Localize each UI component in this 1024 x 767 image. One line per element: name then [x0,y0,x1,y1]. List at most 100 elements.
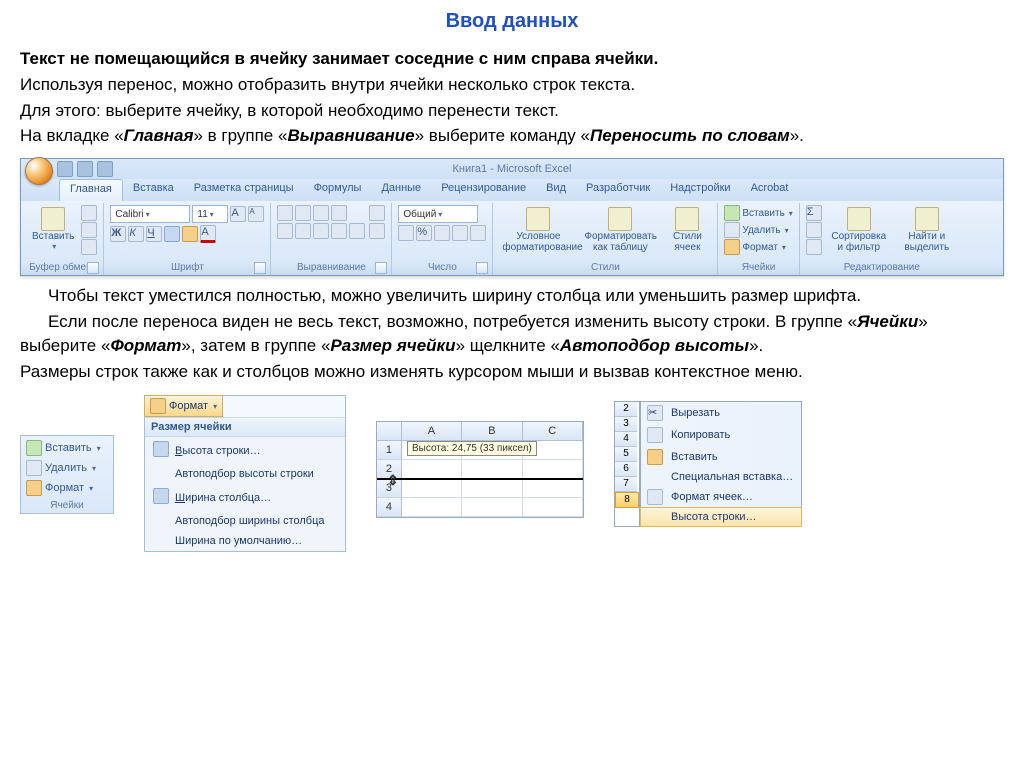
font-color-icon[interactable]: A [200,225,216,243]
dialog-launcher-icon[interactable] [476,262,488,274]
conditional-formatting-button[interactable]: Условное форматирование [499,205,577,255]
grow-font-icon[interactable]: A [230,206,246,222]
ctx-copy[interactable]: Копировать [641,424,801,446]
format-dropdown-button[interactable]: Формат▾ [144,395,223,417]
ctx-format-cells[interactable]: Формат ячеек… [641,486,801,508]
row-header[interactable]: 4 [377,498,402,517]
align-middle-icon[interactable] [295,205,311,221]
menu-default-width[interactable]: Ширина по умолчанию… [145,531,345,551]
percent-icon[interactable]: % [416,225,432,241]
tab-data[interactable]: Данные [371,179,431,201]
wrap-text-icon[interactable] [369,205,385,221]
row-header-selected[interactable]: 8 [615,492,639,508]
row-header[interactable]: 5 [615,447,637,462]
row-header[interactable]: 6 [615,462,637,477]
mini-delete-button[interactable]: Удалить▾ [23,458,111,478]
bold-button[interactable]: Ж [110,226,126,242]
menu-col-width[interactable]: Ширина столбца… [145,484,345,511]
fill-color-icon[interactable] [182,226,198,242]
select-all-corner[interactable] [377,422,402,441]
tab-developer[interactable]: Разработчик [576,179,660,201]
tab-home[interactable]: Главная [59,179,123,201]
autosum-icon[interactable]: Σ [806,205,822,221]
align-left-icon[interactable] [277,223,293,239]
sheet-row-resize-demo: A B C 1 2 3 4 Высота: 24,75 (33 пиксел) … [376,421,584,518]
row-header[interactable]: 4 [615,432,637,447]
decrease-decimal-icon[interactable] [470,225,486,241]
cells-insert-button[interactable]: Вставить▾ [724,205,792,221]
font-size-combo[interactable]: 11▾ [192,205,228,223]
save-icon[interactable] [57,161,73,177]
col-header[interactable]: A [402,422,462,441]
sort-filter-button[interactable]: Сортировка и фильтр [826,205,892,255]
tab-insert[interactable]: Вставка [123,179,184,201]
format-cells-icon [724,239,740,255]
ctx-paste-special[interactable]: Специальная вставка… [641,468,801,486]
align-center-icon[interactable] [295,223,311,239]
align-bottom-icon[interactable] [313,205,329,221]
cells-format-button[interactable]: Формат▾ [724,239,792,255]
row-header[interactable]: 2 [615,402,637,417]
format-painter-icon[interactable] [81,239,97,255]
copy-icon[interactable] [81,222,97,238]
borders-icon[interactable] [164,226,180,242]
dialog-launcher-icon[interactable] [87,262,99,274]
group-caption-number: Число [398,261,486,275]
dialog-launcher-icon[interactable] [254,262,266,274]
clear-icon[interactable] [806,239,822,255]
dialog-launcher-icon[interactable] [375,262,387,274]
find-select-button[interactable]: Найти и выделить [896,205,958,255]
font-name-combo[interactable]: Calibri▾ [110,205,190,223]
conditional-formatting-icon [526,207,550,231]
tab-addins[interactable]: Надстройки [660,179,740,201]
currency-icon[interactable] [398,225,414,241]
menu-autofit-row[interactable]: Автоподбор высоты строки [145,464,345,484]
number-format-combo[interactable]: Общий▾ [398,205,478,223]
insert-cells-icon [724,205,740,221]
redo-icon[interactable] [97,161,113,177]
align-top-icon[interactable] [277,205,293,221]
cell-styles-button[interactable]: Стили ячеек [663,205,711,255]
shrink-font-icon[interactable]: A [248,206,264,222]
col-header[interactable]: B [462,422,522,441]
body-para-1: Чтобы текст уместился полностью, можно у… [20,284,1004,308]
italic-button[interactable]: К [128,226,144,242]
intro-line-4: На вкладке «Главная» в группе «Выравнива… [20,124,1004,148]
underline-button[interactable]: Ч [146,226,162,242]
cut-icon[interactable] [81,205,97,221]
orientation-icon[interactable] [331,205,347,221]
paste-button[interactable]: Вставить ▾ [29,205,77,253]
group-caption-alignment: Выравнивание [277,261,385,275]
menu-autofit-col[interactable]: Автоподбор ширины столбца [145,511,345,531]
undo-icon[interactable] [77,161,93,177]
row-header[interactable]: 7 [615,477,637,492]
fill-icon[interactable] [806,222,822,238]
ctx-paste[interactable]: Вставить [641,446,801,468]
tab-page-layout[interactable]: Разметка страницы [184,179,304,201]
mini-insert-button[interactable]: Вставить▾ [23,438,111,458]
row-header[interactable]: 3 [615,417,637,432]
format-as-table-button[interactable]: Форматировать как таблицу [581,205,659,255]
merge-center-icon[interactable] [369,223,385,239]
tab-view[interactable]: Вид [536,179,576,201]
col-header[interactable]: C [523,422,583,441]
group-font: Calibri▾ 11▾ A A Ж К Ч A [104,203,271,275]
increase-indent-icon[interactable] [349,223,365,239]
format-icon [150,398,166,414]
tab-acrobat[interactable]: Acrobat [741,179,799,201]
comma-icon[interactable] [434,225,450,241]
group-clipboard: Вставить ▾ Буфер обмена [23,203,104,275]
mini-format-button[interactable]: Формат▾ [23,478,111,498]
ctx-row-height[interactable]: Высота строки… [640,507,802,527]
decrease-indent-icon[interactable] [331,223,347,239]
row-header[interactable]: 1 [377,441,402,460]
cells-delete-button[interactable]: Удалить▾ [724,222,792,238]
intro-line-3: Для этого: выберите ячейку, в которой не… [20,99,1004,123]
align-right-icon[interactable] [313,223,329,239]
ctx-cut[interactable]: ✂Вырезать [641,402,801,424]
tab-review[interactable]: Рецензирование [431,179,536,201]
increase-decimal-icon[interactable] [452,225,468,241]
office-button[interactable] [25,157,53,185]
tab-formulas[interactable]: Формулы [304,179,372,201]
menu-row-height[interactable]: Высота строки… [145,437,345,464]
